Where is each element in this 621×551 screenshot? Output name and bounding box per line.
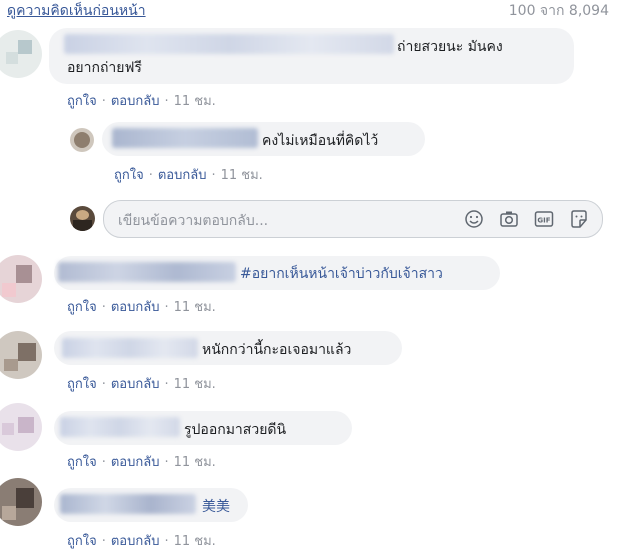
commenter-name[interactable]: [64, 34, 394, 54]
commenter-avatar[interactable]: [0, 331, 42, 379]
comment-time[interactable]: 11 ชม.: [174, 377, 216, 392]
commenter-name[interactable]: [62, 338, 198, 358]
comment-text: รูปออกมาสวยดีนิ: [184, 422, 287, 438]
comment-4: รูปออกมาสวยดีนิ ถูกใจ · ตอบกลับ · 11 ชม.: [0, 403, 621, 470]
comment-2: #อยากเห็นหน้าเจ้าบ่าวกับเจ้าสาว ถูกใจ · ตอ…: [0, 250, 621, 320]
like-link[interactable]: ถูกใจ: [67, 455, 97, 470]
like-link[interactable]: ถูกใจ: [67, 377, 97, 392]
like-link[interactable]: ถูกใจ: [67, 94, 97, 109]
comment-text-line1: ถ่ายสวยนะ มันคง: [397, 39, 503, 55]
like-link[interactable]: ถูกใจ: [67, 534, 97, 549]
current-user-avatar: [70, 206, 95, 231]
comment-actions: ถูกใจ · ตอบกลับ · 11 ชม.: [67, 534, 216, 549]
comments-header: ดูความคิดเห็นก่อนหน้า 100 จาก 8,094: [0, 0, 621, 22]
comment-time[interactable]: 11 ชม.: [174, 300, 216, 315]
comment-actions: ถูกใจ · ตอบกลับ · 11 ชม.: [67, 300, 216, 315]
reply-text: คงไม่เหมือนที่คิดไว้: [262, 133, 379, 149]
reply-link[interactable]: ตอบกลับ: [111, 455, 160, 470]
comment-1: ถ่ายสวยนะ มันคง อยากถ่ายฟรี ถูกใจ · ตอบกลั…: [0, 22, 621, 112]
reply-link[interactable]: ตอบกลับ: [111, 300, 160, 315]
commenter-avatar[interactable]: [0, 403, 42, 451]
comment-count: 100 จาก 8,094: [508, 3, 609, 19]
commenter-name[interactable]: [58, 262, 236, 282]
comment-text: 美美: [202, 499, 230, 515]
comment-actions: ถูกใจ · ตอบกลับ · 11 ชม.: [67, 455, 216, 470]
emoji-icon[interactable]: [464, 209, 484, 229]
comment-time[interactable]: 11 ชม.: [174, 534, 216, 549]
comment-actions: ถูกใจ · ตอบกลับ · 11 ชม.: [67, 94, 216, 109]
commenter-name[interactable]: [60, 494, 196, 514]
svg-text:GIF: GIF: [537, 217, 550, 225]
comment-time[interactable]: 11 ชม.: [174, 94, 216, 109]
commenter-avatar[interactable]: [0, 255, 42, 303]
reply-link[interactable]: ตอบกลับ: [111, 94, 160, 109]
gif-icon[interactable]: GIF: [534, 209, 554, 229]
reply-time[interactable]: 11 ชม.: [221, 168, 263, 183]
reply-1: คงไม่เหมือนที่คิดไว้ ถูกใจ · ตอบกลับ · 11 ชม…: [0, 118, 621, 188]
comment-text: หนักกว่านี้กะอเจอมาแล้ว: [202, 342, 352, 358]
comment-5: 美美 ถูกใจ · ตอบกลับ · 11 ชม.: [0, 478, 621, 550]
comment-3: หนักกว่านี้กะอเจอมาแล้ว ถูกใจ · ตอบกลับ · 11…: [0, 327, 621, 393]
comment-hashtag[interactable]: #อยากเห็นหน้าเจ้าบ่าวกับเจ้าสาว: [240, 263, 443, 285]
reply-placeholder: เขียนข้อความตอบกลับ...: [118, 213, 269, 229]
reply-link[interactable]: ตอบกลับ: [111, 377, 160, 392]
commenter-name[interactable]: [60, 417, 180, 437]
commenter-avatar[interactable]: [0, 30, 42, 78]
view-previous-comments-link[interactable]: ดูความคิดเห็นก่อนหน้า: [7, 0, 146, 22]
camera-icon[interactable]: [499, 209, 519, 229]
commenter-avatar[interactable]: [0, 478, 42, 526]
sticker-icon[interactable]: [569, 209, 589, 229]
like-link[interactable]: ถูกใจ: [67, 300, 97, 315]
reply-link[interactable]: ตอบกลับ: [158, 168, 207, 183]
comment-time[interactable]: 11 ชม.: [174, 455, 216, 470]
comment-text-line2: อยากถ่ายฟรี: [67, 60, 142, 76]
reply-input[interactable]: เขียนข้อความตอบกลับ... GIF: [103, 200, 603, 238]
reply-link[interactable]: ตอบกลับ: [111, 534, 160, 549]
comment-actions: ถูกใจ · ตอบกลับ · 11 ชม.: [67, 377, 216, 392]
reply-actions: ถูกใจ · ตอบกลับ · 11 ชม.: [114, 168, 263, 183]
replier-name[interactable]: [112, 128, 258, 148]
like-link[interactable]: ถูกใจ: [114, 168, 144, 183]
replier-avatar[interactable]: [70, 128, 94, 152]
